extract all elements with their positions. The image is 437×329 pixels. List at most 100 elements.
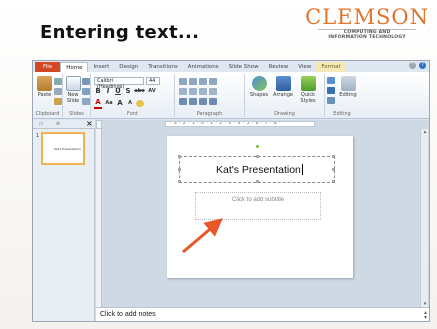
paste-label: Paste xyxy=(37,92,52,98)
quick-styles-label: Quick Styles xyxy=(300,92,316,104)
resize-handle[interactable] xyxy=(178,155,181,158)
arrange-button[interactable]: Arrange xyxy=(272,76,294,98)
tab-view[interactable]: View xyxy=(293,62,316,72)
section-icon[interactable] xyxy=(82,98,90,105)
new-slide-button[interactable]: New Slide xyxy=(65,76,81,104)
slides-tab-icon[interactable]: ▭ xyxy=(36,121,46,127)
close-panel-icon[interactable]: × xyxy=(86,119,93,128)
italic-button[interactable]: I xyxy=(104,87,112,96)
new-slide-label: New Slide xyxy=(66,92,80,104)
thumbnail-number: 1 xyxy=(36,133,40,139)
smartart-icon[interactable] xyxy=(209,88,217,95)
shadow-button[interactable]: S xyxy=(124,87,132,96)
notes-pane[interactable]: Click to add notes ▴ ▾ xyxy=(96,307,429,321)
shape-fill-icon[interactable] xyxy=(327,77,335,84)
align-left-icon[interactable] xyxy=(179,98,187,105)
editing-group-label: Editing xyxy=(333,111,351,117)
slides-panel-header: ▭ ≡ × xyxy=(33,119,95,129)
layout-icon[interactable] xyxy=(82,78,90,85)
tab-home[interactable]: Home xyxy=(60,62,89,72)
resize-handle[interactable] xyxy=(332,168,335,171)
bold-button[interactable]: B xyxy=(94,87,102,96)
resize-handle[interactable] xyxy=(178,168,181,171)
notes-placeholder: Click to add notes xyxy=(100,311,156,318)
paragraph-row-3 xyxy=(179,98,217,105)
paragraph-row-1 xyxy=(179,78,217,85)
align-center-icon[interactable] xyxy=(189,98,197,105)
slide-thumbnail[interactable]: Kat's Presentation xyxy=(41,132,85,165)
logo-wordmark: CLEMSON xyxy=(305,5,429,29)
character-spacing-button[interactable]: AV xyxy=(147,87,157,96)
group-drawing: Shapes Arrange Quick Styles Drawing xyxy=(245,74,325,117)
columns-icon[interactable] xyxy=(199,88,207,95)
scroll-up-icon[interactable]: ▴ xyxy=(422,129,428,135)
resize-handle[interactable] xyxy=(256,180,259,183)
help-icon[interactable]: ? xyxy=(419,62,426,69)
font-color-button[interactable]: A xyxy=(94,98,102,109)
tab-format[interactable]: Format xyxy=(316,62,346,72)
text-direction-icon[interactable] xyxy=(209,78,217,85)
tab-design[interactable]: Design xyxy=(114,62,143,72)
shapes-icon xyxy=(251,76,267,91)
font-combo-row: Calibri (Headings) 44 xyxy=(94,77,160,90)
reset-icon[interactable] xyxy=(82,88,90,95)
logo-subtitle-2: INFORMATION TECHNOLOGY xyxy=(328,35,406,40)
justify-icon[interactable] xyxy=(209,98,217,105)
new-slide-icon xyxy=(65,76,81,91)
paste-button[interactable]: Paste xyxy=(37,76,52,98)
work-area: ▭ ≡ × 1 Kat's Presentation ·3·2·1·0·1·2·… xyxy=(33,119,429,321)
shapes-button[interactable]: Shapes xyxy=(249,76,269,98)
slide-title: Entering text... xyxy=(40,22,200,43)
tab-file[interactable]: File xyxy=(35,62,61,72)
resize-handle[interactable] xyxy=(256,155,259,158)
resize-handle[interactable] xyxy=(332,155,335,158)
title-text-content: Kat's Presentation xyxy=(216,164,301,176)
resize-handle[interactable] xyxy=(332,180,335,183)
outline-tab-icon[interactable]: ≡ xyxy=(53,121,63,127)
copy-icon[interactable] xyxy=(54,88,62,95)
group-clipboard: Paste Clipboard xyxy=(33,74,63,117)
change-case-button[interactable]: Aa xyxy=(104,99,114,108)
group-slides: New Slide Slides xyxy=(63,74,91,117)
font-name-select[interactable]: Calibri (Headings) xyxy=(94,77,144,90)
tab-animations[interactable]: Animations xyxy=(183,62,224,72)
quick-styles-button[interactable]: Quick Styles xyxy=(297,76,319,104)
title-placeholder[interactable]: Kat's Presentation xyxy=(178,145,335,183)
subtitle-placeholder[interactable]: Click to add subtitle xyxy=(195,192,321,220)
shape-outline-icon[interactable] xyxy=(327,87,335,94)
resize-handle[interactable] xyxy=(178,180,181,183)
vertical-scrollbar[interactable]: ▴ ▾ xyxy=(420,129,428,307)
clipboard-group-label: Clipboard xyxy=(35,111,60,117)
tab-transitions[interactable]: Transitions xyxy=(143,62,182,72)
line-spacing-icon[interactable] xyxy=(199,78,207,85)
vertical-ruler xyxy=(96,129,102,307)
ribbon-right-controls: ^ ? xyxy=(409,62,426,69)
presentation-slide: Entering text... CLEMSON COMPUTING AND I… xyxy=(0,0,437,329)
shrink-font-button[interactable]: A xyxy=(126,99,134,108)
underline-button[interactable]: U xyxy=(114,87,122,96)
decrease-indent-icon[interactable] xyxy=(179,88,187,95)
title-text[interactable]: Kat's Presentation xyxy=(216,164,303,176)
numbering-icon[interactable] xyxy=(189,78,197,85)
tab-slide-show[interactable]: Slide Show xyxy=(224,62,264,72)
powerpoint-window: File Home Insert Design Transitions Anim… xyxy=(32,60,430,322)
rotation-handle[interactable] xyxy=(256,145,259,148)
font-size-select[interactable]: 44 xyxy=(146,77,160,85)
bullets-icon[interactable] xyxy=(179,78,187,85)
minimize-ribbon-icon[interactable]: ^ xyxy=(409,62,416,69)
notes-scroll-icon[interactable]: ▴ ▾ xyxy=(424,310,427,321)
tab-insert[interactable]: Insert xyxy=(88,62,114,72)
slides-thumbnail-pane: 1 Kat's Presentation xyxy=(33,129,95,321)
editing-button[interactable]: Editing xyxy=(338,76,358,98)
clear-formatting-icon[interactable] xyxy=(136,100,144,107)
align-right-icon[interactable] xyxy=(199,98,207,105)
cut-icon[interactable] xyxy=(54,78,62,85)
strikethrough-button[interactable]: abe xyxy=(134,87,145,96)
slide-canvas[interactable]: Kat's Presentation Click to add subtitle xyxy=(167,136,353,278)
ruler-corner[interactable] xyxy=(96,120,102,129)
grow-font-button[interactable]: A xyxy=(116,99,124,108)
shape-effects-icon[interactable] xyxy=(327,97,335,104)
format-painter-icon[interactable] xyxy=(54,98,62,105)
increase-indent-icon[interactable] xyxy=(189,88,197,95)
tab-review[interactable]: Review xyxy=(264,62,294,72)
